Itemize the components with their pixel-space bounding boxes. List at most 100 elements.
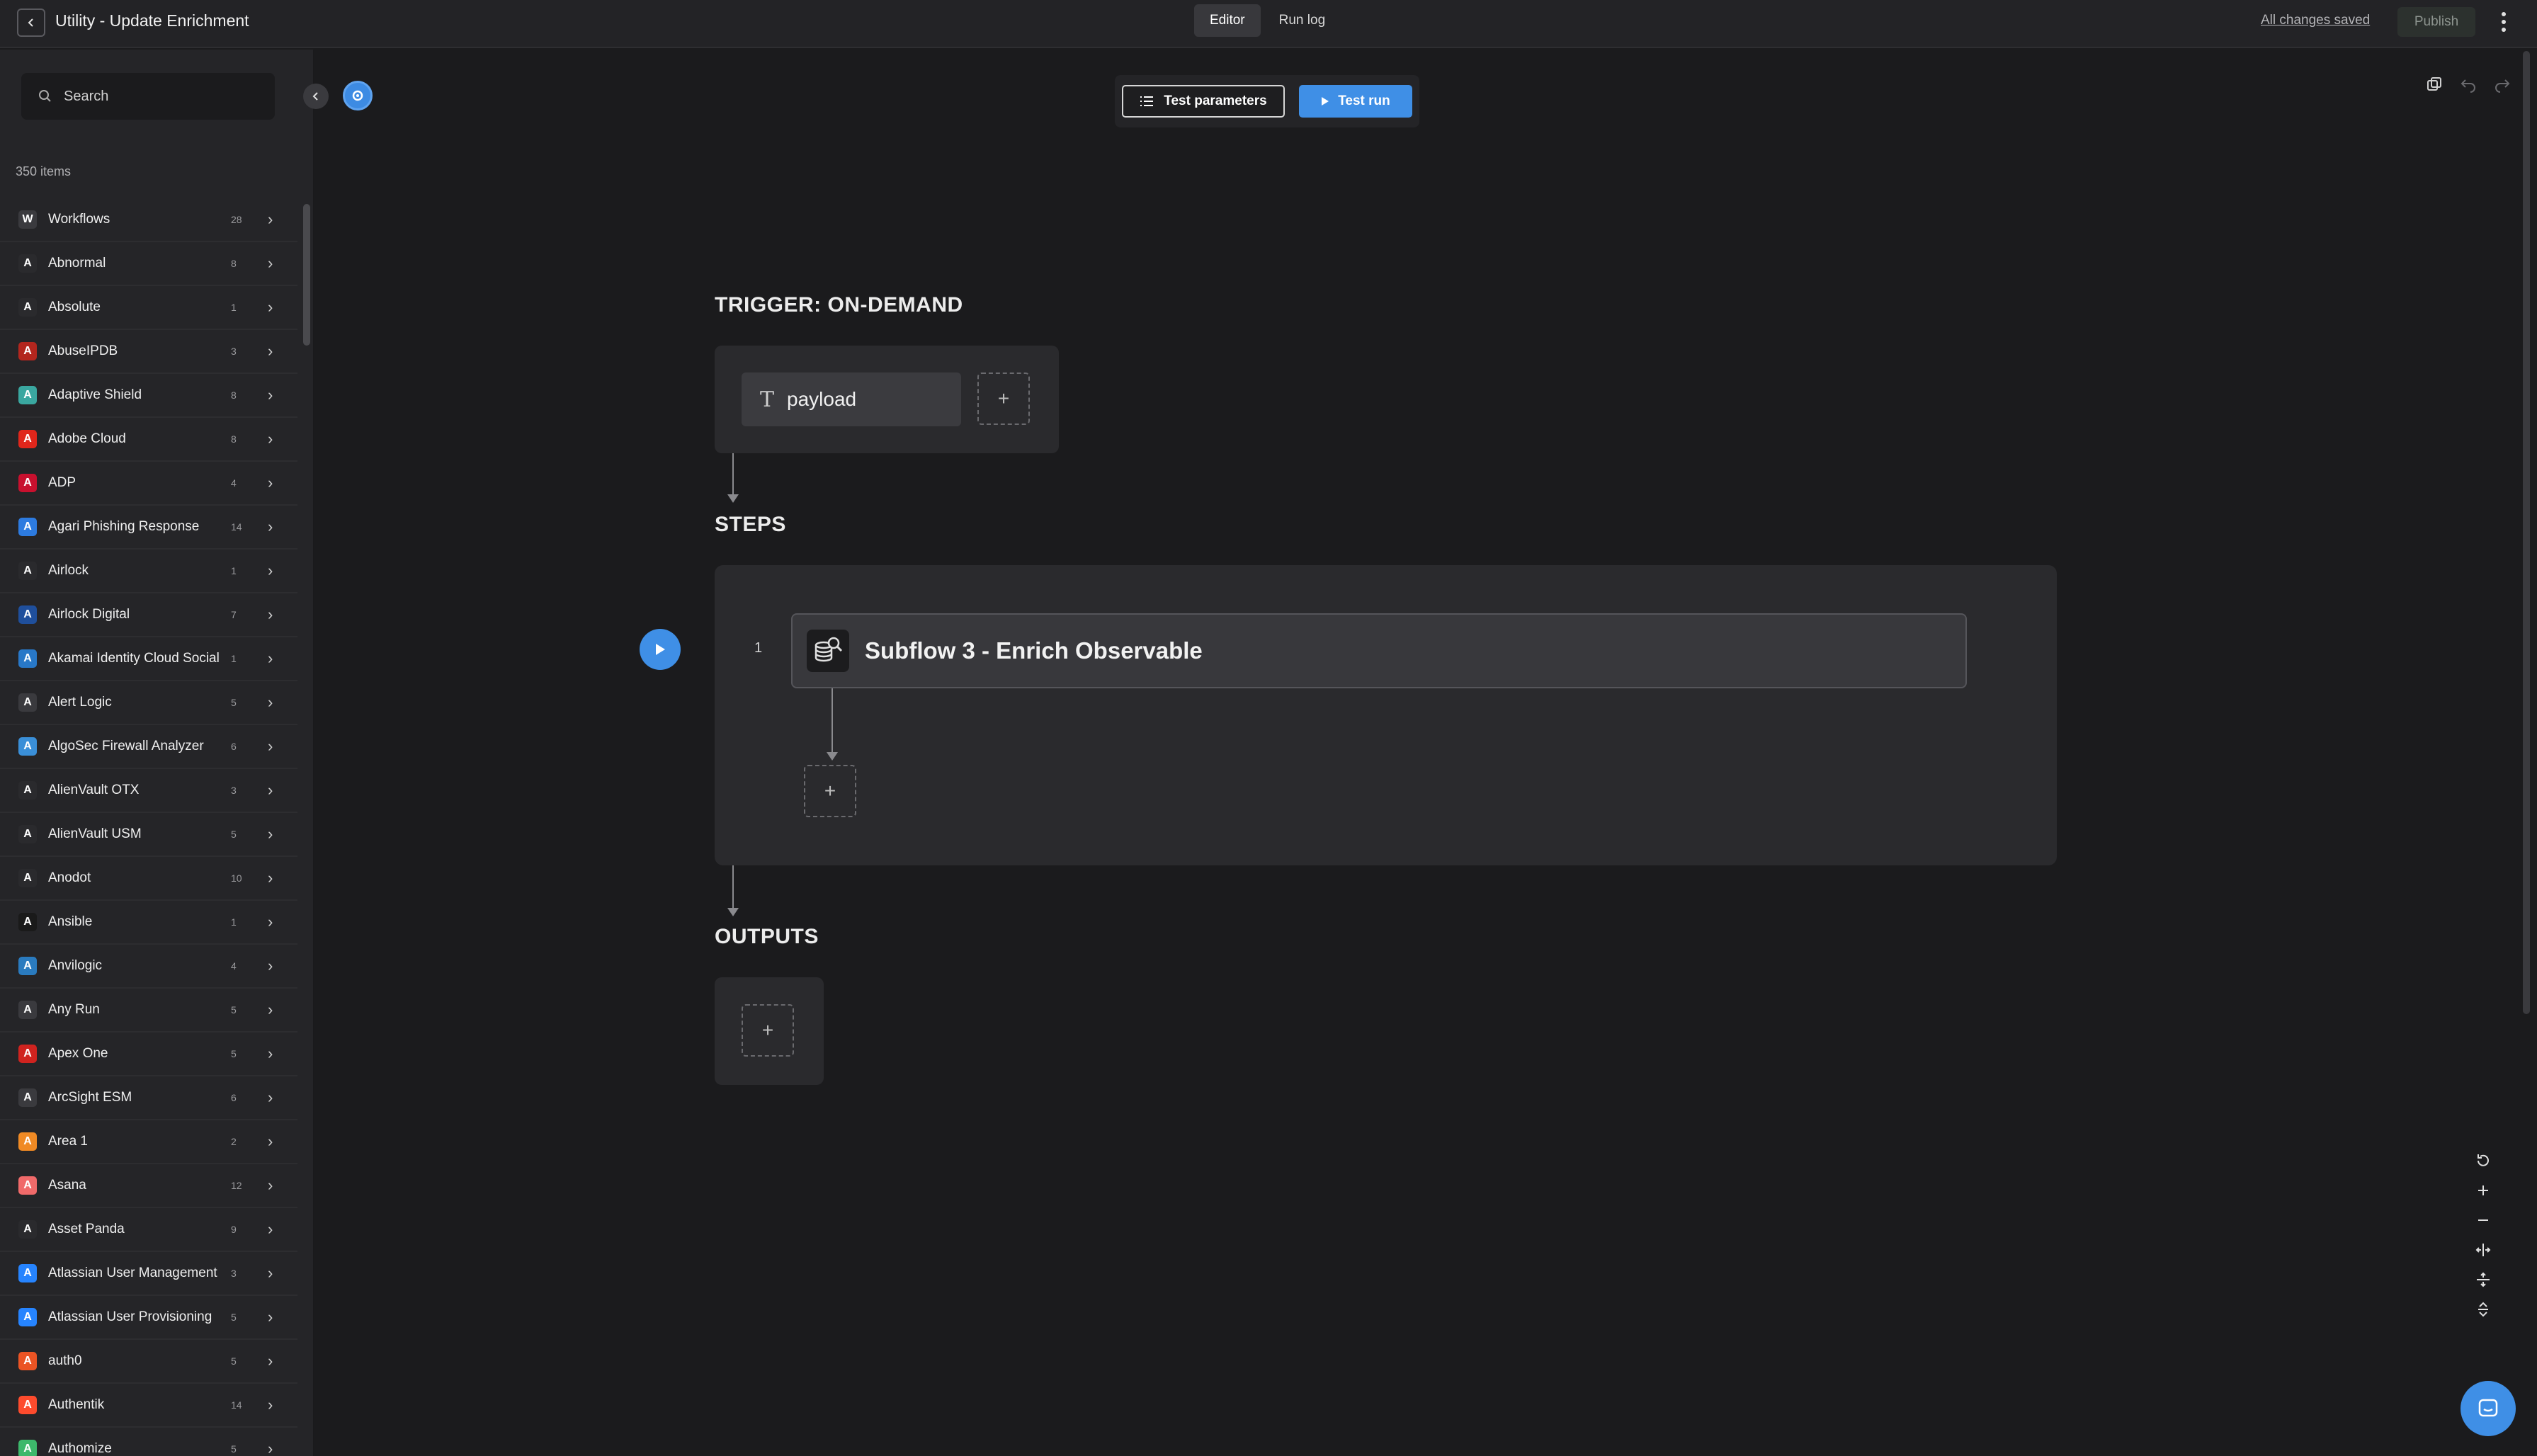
sidebar-item[interactable]: A Asana 12 › xyxy=(0,1164,297,1208)
sidebar-item[interactable]: A AlienVault OTX 3 › xyxy=(0,769,297,813)
fit-width-icon[interactable] xyxy=(2470,1238,2496,1262)
algosec-icon: A xyxy=(18,737,37,756)
test-parameters-button[interactable]: Test parameters xyxy=(1122,85,1285,118)
sidebar-item[interactable]: A Authomize 5 › xyxy=(0,1428,297,1456)
alienvault-otx-icon: A xyxy=(18,781,37,800)
zoom-in-icon[interactable] xyxy=(2470,1178,2496,1202)
sidebar-item[interactable]: A Absolute 1 › xyxy=(0,286,297,330)
sidebar-item[interactable]: A Adaptive Shield 8 › xyxy=(0,374,297,418)
copy-icon[interactable] xyxy=(2421,71,2448,98)
abnormal-icon: A xyxy=(18,254,37,273)
sidebar-item[interactable]: W Workflows 28 › xyxy=(0,198,297,242)
add-step-button[interactable]: + xyxy=(804,765,856,817)
chat-support-button[interactable] xyxy=(2461,1381,2516,1436)
sidebar-item-count: 1 xyxy=(231,565,237,576)
chevron-right-icon: › xyxy=(268,562,273,579)
add-output-button[interactable]: + xyxy=(742,1004,794,1057)
collapse-sidebar-button[interactable] xyxy=(303,84,329,109)
sidebar-item[interactable]: A Authentik 14 › xyxy=(0,1384,297,1428)
auth0-icon: A xyxy=(18,1352,37,1370)
sidebar-item[interactable]: A AlienVault USM 5 › xyxy=(0,813,297,857)
sidebar-item[interactable]: A Anvilogic 4 › xyxy=(0,945,297,989)
anvilogic-icon: A xyxy=(18,957,37,975)
outputs-title: OUTPUTS xyxy=(715,925,819,948)
publish-button[interactable]: Publish xyxy=(2397,7,2475,37)
reset-view-icon[interactable] xyxy=(2470,1149,2496,1173)
sidebar-item[interactable]: A Akamai Identity Cloud Social 1 › xyxy=(0,637,297,681)
sidebar-item[interactable]: A Abnormal 8 › xyxy=(0,242,297,286)
back-button[interactable] xyxy=(17,8,45,37)
search-placeholder: Search xyxy=(64,88,109,104)
connector-line xyxy=(732,453,734,497)
undo-icon[interactable] xyxy=(2455,71,2482,98)
trigger-parameter[interactable]: T payload xyxy=(742,372,961,426)
chevron-right-icon: › xyxy=(268,957,273,974)
sidebar-item[interactable]: A Airlock Digital 7 › xyxy=(0,593,297,637)
akamai-icon: A xyxy=(18,649,37,668)
sidebar-item-count: 3 xyxy=(231,1268,237,1279)
asana-icon: A xyxy=(18,1176,37,1195)
sidebar-item[interactable]: A Alert Logic 5 › xyxy=(0,681,297,725)
chevron-right-icon: › xyxy=(268,1176,273,1194)
sidebar-item-label: AlienVault OTX xyxy=(48,783,140,797)
sidebar-item-label: AlienVault USM xyxy=(48,826,142,841)
step-number: 1 xyxy=(754,640,763,656)
more-menu-icon[interactable] xyxy=(2495,7,2512,37)
sidebar-item-label: Ansible xyxy=(48,914,93,929)
sidebar-item[interactable]: A Area 1 2 › xyxy=(0,1120,297,1164)
redo-icon[interactable] xyxy=(2489,71,2516,98)
sidebar-item-count: 3 xyxy=(231,785,237,796)
expand-vertical-icon[interactable] xyxy=(2470,1297,2496,1321)
sidebar-item[interactable]: A Anodot 10 › xyxy=(0,857,297,901)
sidebar-item[interactable]: A Atlassian User Management 3 › xyxy=(0,1252,297,1296)
chevron-right-icon: › xyxy=(268,298,273,316)
sidebar-item[interactable]: A Airlock 1 › xyxy=(0,550,297,593)
run-step-button[interactable] xyxy=(640,629,681,670)
sidebar-item[interactable]: A Apex One 5 › xyxy=(0,1033,297,1076)
tab-run-log[interactable]: Run log xyxy=(1264,4,1341,37)
save-status[interactable]: All changes saved xyxy=(2261,13,2370,28)
sidebar-item[interactable]: A Atlassian User Provisioning 5 › xyxy=(0,1296,297,1340)
sidebar-item[interactable]: A Ansible 1 › xyxy=(0,901,297,945)
add-parameter-button[interactable]: + xyxy=(977,372,1030,425)
sidebar-item-label: Workflows xyxy=(48,212,110,227)
connector-line xyxy=(832,688,833,755)
sidebar-item[interactable]: A Any Run 5 › xyxy=(0,989,297,1033)
chevron-left-icon xyxy=(312,92,318,101)
abuseipdb-icon: A xyxy=(18,342,37,360)
sidebar-item-count: 8 xyxy=(231,258,237,269)
canvas-tools xyxy=(2421,71,2516,98)
tab-editor[interactable]: Editor xyxy=(1194,4,1261,37)
sidebar-item-label: Adaptive Shield xyxy=(48,387,142,402)
sidebar-item[interactable]: A ADP 4 › xyxy=(0,462,297,506)
chevron-right-icon: › xyxy=(268,1001,273,1018)
assistant-icon[interactable] xyxy=(343,81,373,110)
test-run-label: Test run xyxy=(1338,93,1390,108)
asset-panda-icon: A xyxy=(18,1220,37,1239)
chevron-right-icon: › xyxy=(268,1132,273,1150)
chevron-right-icon: › xyxy=(268,1396,273,1414)
test-run-button[interactable]: Test run xyxy=(1299,85,1412,118)
zoom-out-icon[interactable] xyxy=(2470,1208,2496,1232)
fit-height-icon[interactable] xyxy=(2470,1268,2496,1292)
sidebar-item[interactable]: Aauth0 5 › xyxy=(0,1340,297,1384)
sidebar-item[interactable]: A ArcSight ESM 6 › xyxy=(0,1076,297,1120)
connector-line xyxy=(732,865,734,911)
sidebar-item[interactable]: A Adobe Cloud 8 › xyxy=(0,418,297,462)
chevron-right-icon: › xyxy=(268,518,273,535)
canvas-scrollbar[interactable] xyxy=(2523,51,2530,1014)
step-node[interactable]: Subflow 3 - Enrich Observable xyxy=(791,613,1967,688)
sidebar-item[interactable]: A AlgoSec Firewall Analyzer 6 › xyxy=(0,725,297,769)
sidebar-item-label: Any Run xyxy=(48,1002,100,1017)
sidebar-item-count: 28 xyxy=(231,214,242,225)
sidebar-item[interactable]: A AbuseIPDB 3 › xyxy=(0,330,297,374)
sidebar-item[interactable]: A Asset Panda 9 › xyxy=(0,1208,297,1252)
chevron-right-icon: › xyxy=(268,781,273,799)
sidebar-scrollbar[interactable] xyxy=(303,204,310,346)
search-input[interactable]: Search xyxy=(21,73,275,120)
chevron-right-icon: › xyxy=(268,1264,273,1282)
sidebar-item[interactable]: A Agari Phishing Response 14 › xyxy=(0,506,297,550)
item-count: 350 items xyxy=(16,164,72,178)
chevron-right-icon: › xyxy=(268,605,273,623)
absolute-icon: A xyxy=(18,298,37,317)
